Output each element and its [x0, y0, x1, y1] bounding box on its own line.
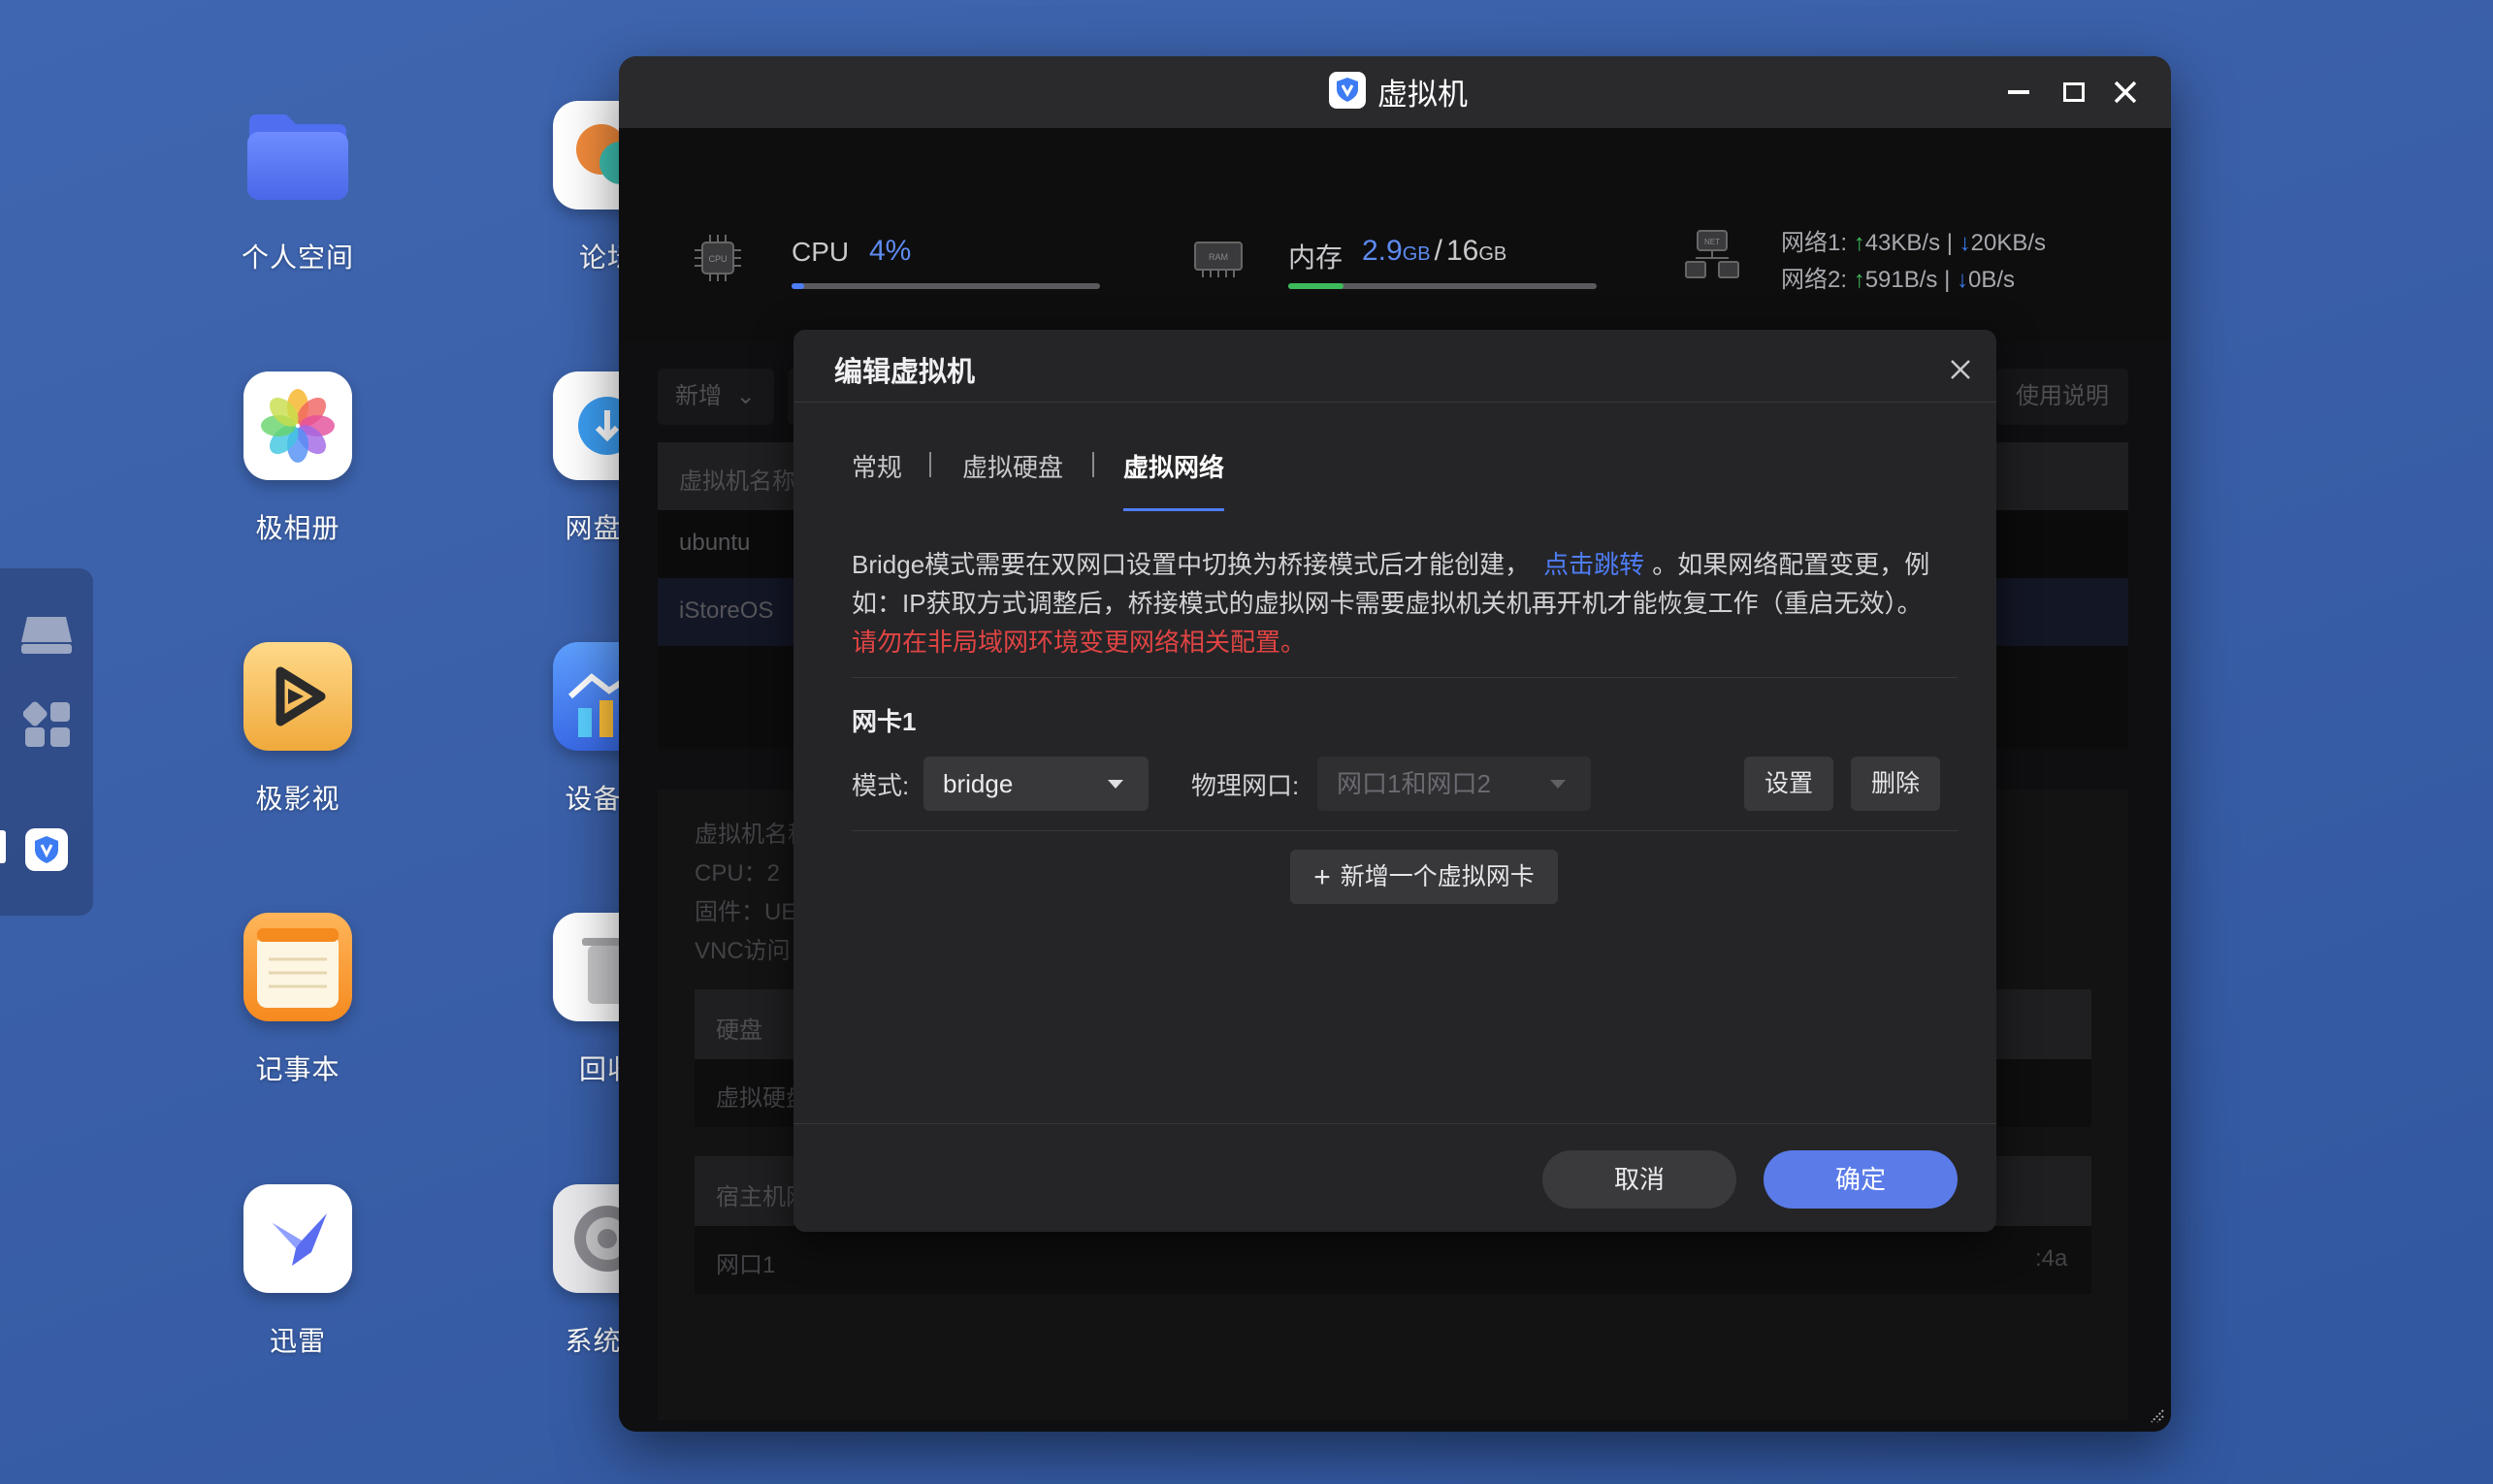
tab-divider [1092, 452, 1094, 477]
window-titlebar[interactable]: 虚拟机 [619, 56, 2171, 128]
resize-handle-icon[interactable] [2148, 1406, 2165, 1424]
info-text-1: Bridge模式需要在双网口设置中切换为桥接模式后才能创建， [852, 550, 1531, 579]
physical-port-select[interactable]: 网口1和网口2 [1317, 757, 1591, 811]
app-label: 极相册 [255, 513, 340, 543]
memory-total-unit: GB [1478, 243, 1507, 265]
maximize-icon[interactable] [2058, 78, 2088, 107]
memory-used: 2.9 [1362, 235, 1403, 267]
nic-title: 网卡1 [852, 707, 917, 736]
left-dock [0, 568, 93, 916]
notepad-icon [243, 913, 352, 1021]
jump-link[interactable]: 点击跳转 [1543, 550, 1644, 579]
mode-select[interactable]: bridge [923, 757, 1149, 811]
separator: | [1944, 267, 1951, 293]
network-2-label: 网络2: [1781, 267, 1848, 293]
window-title: 虚拟机 [1377, 78, 1468, 112]
app-label: 迅雷 [269, 1326, 326, 1356]
mode-label: 模式: [852, 771, 910, 800]
drive-icon[interactable] [19, 613, 74, 662]
desktop-app-photos[interactable]: 极相册 [181, 371, 414, 546]
divider [852, 677, 1958, 678]
network-chip-icon: NET [1684, 229, 1740, 283]
tab-virtual-disk[interactable]: 虚拟硬盘 [962, 448, 1063, 484]
divider [852, 830, 1958, 831]
dialog-title: 编辑虚拟机 [834, 357, 976, 388]
network-1-download: 20KB/s [1970, 230, 2047, 256]
network-1-label: 网络1: [1781, 230, 1848, 256]
cpu-chip-text: CPU [708, 254, 727, 264]
network-1-upload: 43KB/s [1864, 230, 1941, 256]
warning-text: 请勿在非局域网环境变更网络相关配置。 [852, 628, 1307, 657]
ram-chip-icon: RAM [1191, 233, 1246, 283]
network-2-upload: 591B/s [1864, 267, 1938, 293]
close-icon[interactable] [2111, 78, 2140, 107]
confirm-button[interactable]: 确定 [1764, 1150, 1958, 1209]
download-arrow-icon: ↓ [1959, 230, 1971, 256]
folder-icon [243, 101, 352, 210]
vm-app-dock-icon[interactable] [25, 828, 68, 871]
cpu-label: CPU [792, 237, 850, 267]
cpu-chip-icon: CPU [693, 233, 743, 283]
divider [793, 1123, 1996, 1124]
photos-flower-icon [243, 371, 352, 480]
memory-used-unit: GB [1402, 243, 1431, 265]
net-chip-text: NET [1704, 238, 1720, 246]
tab-divider [929, 452, 931, 477]
active-tab-underline [1123, 508, 1224, 511]
desktop-app-notes[interactable]: 记事本 [181, 913, 414, 1087]
divider [793, 402, 1996, 403]
nic-settings-button[interactable]: 设置 [1744, 757, 1833, 811]
memory-progress-bar [1288, 283, 1597, 289]
upload-arrow-icon: ↑ [1853, 230, 1865, 256]
tab-general[interactable]: 常规 [852, 448, 902, 484]
network-2-row: 网络2: ↑591B/s | ↓0B/s [1781, 260, 2015, 294]
desktop-app-video[interactable]: 极影视 [181, 642, 414, 817]
thunder-bird-icon [243, 1184, 352, 1293]
nic-delete-button[interactable]: 删除 [1851, 757, 1940, 811]
active-indicator [0, 830, 6, 863]
physical-port-label: 物理网口: [1191, 771, 1300, 800]
memory-slash: / [1434, 235, 1442, 267]
network-1-row: 网络1: ↑43KB/s | ↓20KB/s [1781, 223, 2046, 257]
app-label: 记事本 [255, 1054, 340, 1084]
ram-chip-text: RAM [1209, 252, 1228, 262]
vm-app-shield-icon [1329, 72, 1366, 109]
desktop-app-personal-space[interactable]: 个人空间 [181, 101, 414, 275]
network-2-download: 0B/s [1967, 267, 2016, 293]
memory-label: 内存 [1288, 242, 1344, 273]
download-arrow-icon: ↓ [1956, 267, 1968, 293]
bridge-mode-info: Bridge模式需要在双网口设置中切换为桥接模式后才能创建， 点击跳转 。如果网络配… [852, 545, 1958, 661]
add-virtual-nic-button[interactable]: + 新增一个虚拟网卡 [1290, 850, 1558, 904]
app-label: 个人空间 [241, 242, 354, 273]
cancel-button[interactable]: 取消 [1542, 1150, 1736, 1209]
edit-vm-dialog: 编辑虚拟机 常规 虚拟硬盘 虚拟网络 Bridge模式需要在双网口设置中切换为桥… [793, 330, 1996, 1232]
upload-arrow-icon: ↑ [1853, 267, 1865, 293]
physical-port-value: 网口1和网口2 [1337, 769, 1491, 798]
tab-virtual-network[interactable]: 虚拟网络 [1123, 448, 1224, 484]
apps-grid-icon[interactable] [22, 700, 72, 754]
memory-total: 16 [1445, 235, 1479, 267]
caret-down-icon [1108, 780, 1123, 789]
minimize-icon[interactable] [2004, 78, 2033, 107]
close-icon[interactable] [1948, 357, 1973, 382]
cpu-progress-bar [792, 283, 1100, 289]
cpu-progress-fill [792, 283, 804, 289]
separator: | [1946, 230, 1953, 256]
plus-icon: + [1313, 861, 1331, 893]
resource-stats-bar: CPU CPU 4% RAM 内存 2.9GB/16GB NET 网络1: ↑4… [619, 128, 2171, 341]
mode-value: bridge [943, 769, 1014, 798]
video-player-icon [243, 642, 352, 751]
desktop-app-xunlei[interactable]: 迅雷 [181, 1184, 414, 1359]
caret-down-icon [1550, 780, 1566, 789]
memory-progress-fill [1288, 283, 1344, 289]
memory-value: 2.9GB/16GB [1362, 235, 1506, 268]
cpu-value: 4% [869, 235, 912, 267]
app-label: 极影视 [255, 784, 340, 814]
add-nic-label: 新增一个虚拟网卡 [1340, 863, 1535, 890]
